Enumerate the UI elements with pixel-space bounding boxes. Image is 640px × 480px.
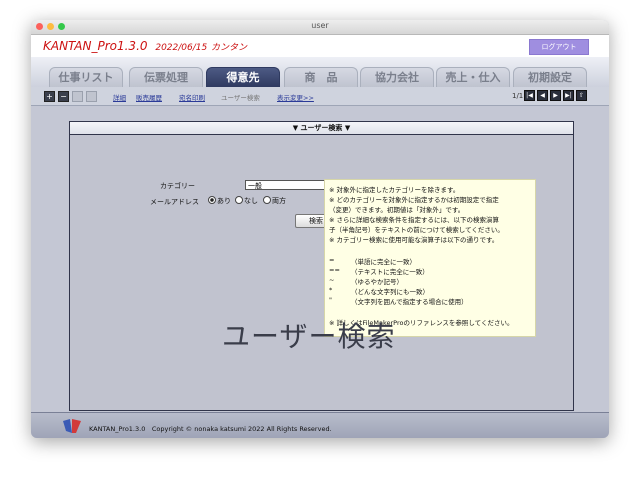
note-line: 子（半角記号）をテキストの前につけて検索してください。 [329,226,504,234]
operator-desc: （文字列を囲んで指定する場合に使用） [351,298,468,306]
tab-customers[interactable]: 得意先 [206,67,280,87]
main-tabs: 仕事リスト 伝票処理 得意先 商 品 協力会社 売上・仕入 初期設定 [31,57,609,87]
add-record-button[interactable]: + [44,91,55,102]
operator-desc: （どんな文字列にも一致） [351,288,429,296]
tab-job-list[interactable]: 仕事リスト [49,67,123,87]
operator-symbol: == [329,266,340,274]
panel-title: ▼ ユーザー検索 ▼ [70,122,573,135]
tab-sales-purchases[interactable]: 売上・仕入 [436,67,510,87]
operator-symbol: " [329,296,332,304]
note-line: ※ どのカテゴリーを対象外に指定するかは初期設定で指定 [329,196,499,204]
form-view-button[interactable]: ≡ [86,91,97,102]
mail-option-yes[interactable]: あり [208,196,231,206]
radio-icon [263,196,271,204]
radio-selected-icon [208,196,216,204]
address-print-link[interactable]: 宛名印刷 [179,92,205,102]
display-change-link[interactable]: 表示変更>> [277,92,314,102]
note-line: ※ カテゴリー検索に使用可能な演算子は以下の通りです。 [329,236,499,244]
note-line: （変更）できます。初期値は「対象外」です。 [329,206,465,214]
header-user: カンタン [211,43,248,53]
window-title: user [311,21,329,30]
tab-settings[interactable]: 初期設定 [513,67,587,87]
logout-button[interactable]: ログアウト [529,39,589,55]
user-search-link: ユーザー検索 [221,94,260,102]
radio-icon [235,196,243,204]
app-logo-icon [63,419,81,433]
operator-desc: （テキストに完全に一致） [351,268,429,276]
operator-symbol: = [329,256,335,264]
search-help-note: ※ 対象外に指定したカテゴリーを除きます。 ※ どのカテゴリーを対象外に指定する… [324,179,536,337]
mail-option-both[interactable]: 両方 [263,196,286,206]
app-window: user KANTAN_Pro1.3.0 2022/06/15 カンタン ログア… [31,20,609,438]
copyright-text: KANTAN_Pro1.3.0 Copyright © nonaka katsu… [89,425,332,433]
tab-slip-processing[interactable]: 伝票処理 [129,67,203,87]
header-date: 2022/06/15 [155,43,208,53]
list-view-button[interactable]: ≡ [72,91,83,102]
app-header: KANTAN_Pro1.3.0 2022/06/15 カンタン ログアウト [31,35,609,57]
tab-partners[interactable]: 協力会社 [360,67,434,87]
app-title: KANTAN_Pro1.3.0 2022/06/15 カンタン [43,39,247,53]
record-toolbar: + − ≡ ≡ 詳細 販売履歴 宛名印刷 ユーザー検索 表示変更>> 1/1 |… [31,87,609,106]
user-search-panel: ▼ ユーザー検索 ▼ カテゴリー 一般 メールアドレス あり なし 両方 検索 … [69,121,574,411]
detail-link[interactable]: 詳細 [113,92,126,102]
first-record-icon[interactable]: |◀ [524,90,535,101]
sales-history-link[interactable]: 販売履歴 [136,92,162,102]
mail-option-no[interactable]: なし [235,196,258,206]
category-label: カテゴリー [160,182,195,190]
delete-record-button[interactable]: − [58,91,69,102]
window-titlebar: user [31,20,609,35]
note-line: ※ さらに詳細な検索条件を指定するには、以下の検索演算 [329,216,500,224]
operator-symbol: * [329,286,333,294]
next-record-icon[interactable]: ▶ [550,90,561,101]
last-record-icon[interactable]: ▶| [563,90,574,101]
category-input[interactable]: 一般 [245,180,335,190]
operator-desc: （ゆるやか記号） [351,278,403,286]
operator-desc: （単語に完全に一致） [351,258,416,266]
page-watermark-title: ユーザー検索 [222,320,396,353]
scroll-top-icon[interactable]: ⇧ [576,90,587,101]
note-line: ※ 対象外に指定したカテゴリーを除きます。 [329,186,460,194]
operator-symbol: ~ [329,276,335,284]
page-counter: 1/1 [512,92,524,100]
app-footer: KANTAN_Pro1.3.0 Copyright © nonaka katsu… [31,412,609,438]
tab-products[interactable]: 商 品 [284,67,358,87]
mail-label: メールアドレス [150,198,199,206]
app-name: KANTAN_Pro1.3.0 [43,39,148,53]
prev-record-icon[interactable]: ◀ [537,90,548,101]
